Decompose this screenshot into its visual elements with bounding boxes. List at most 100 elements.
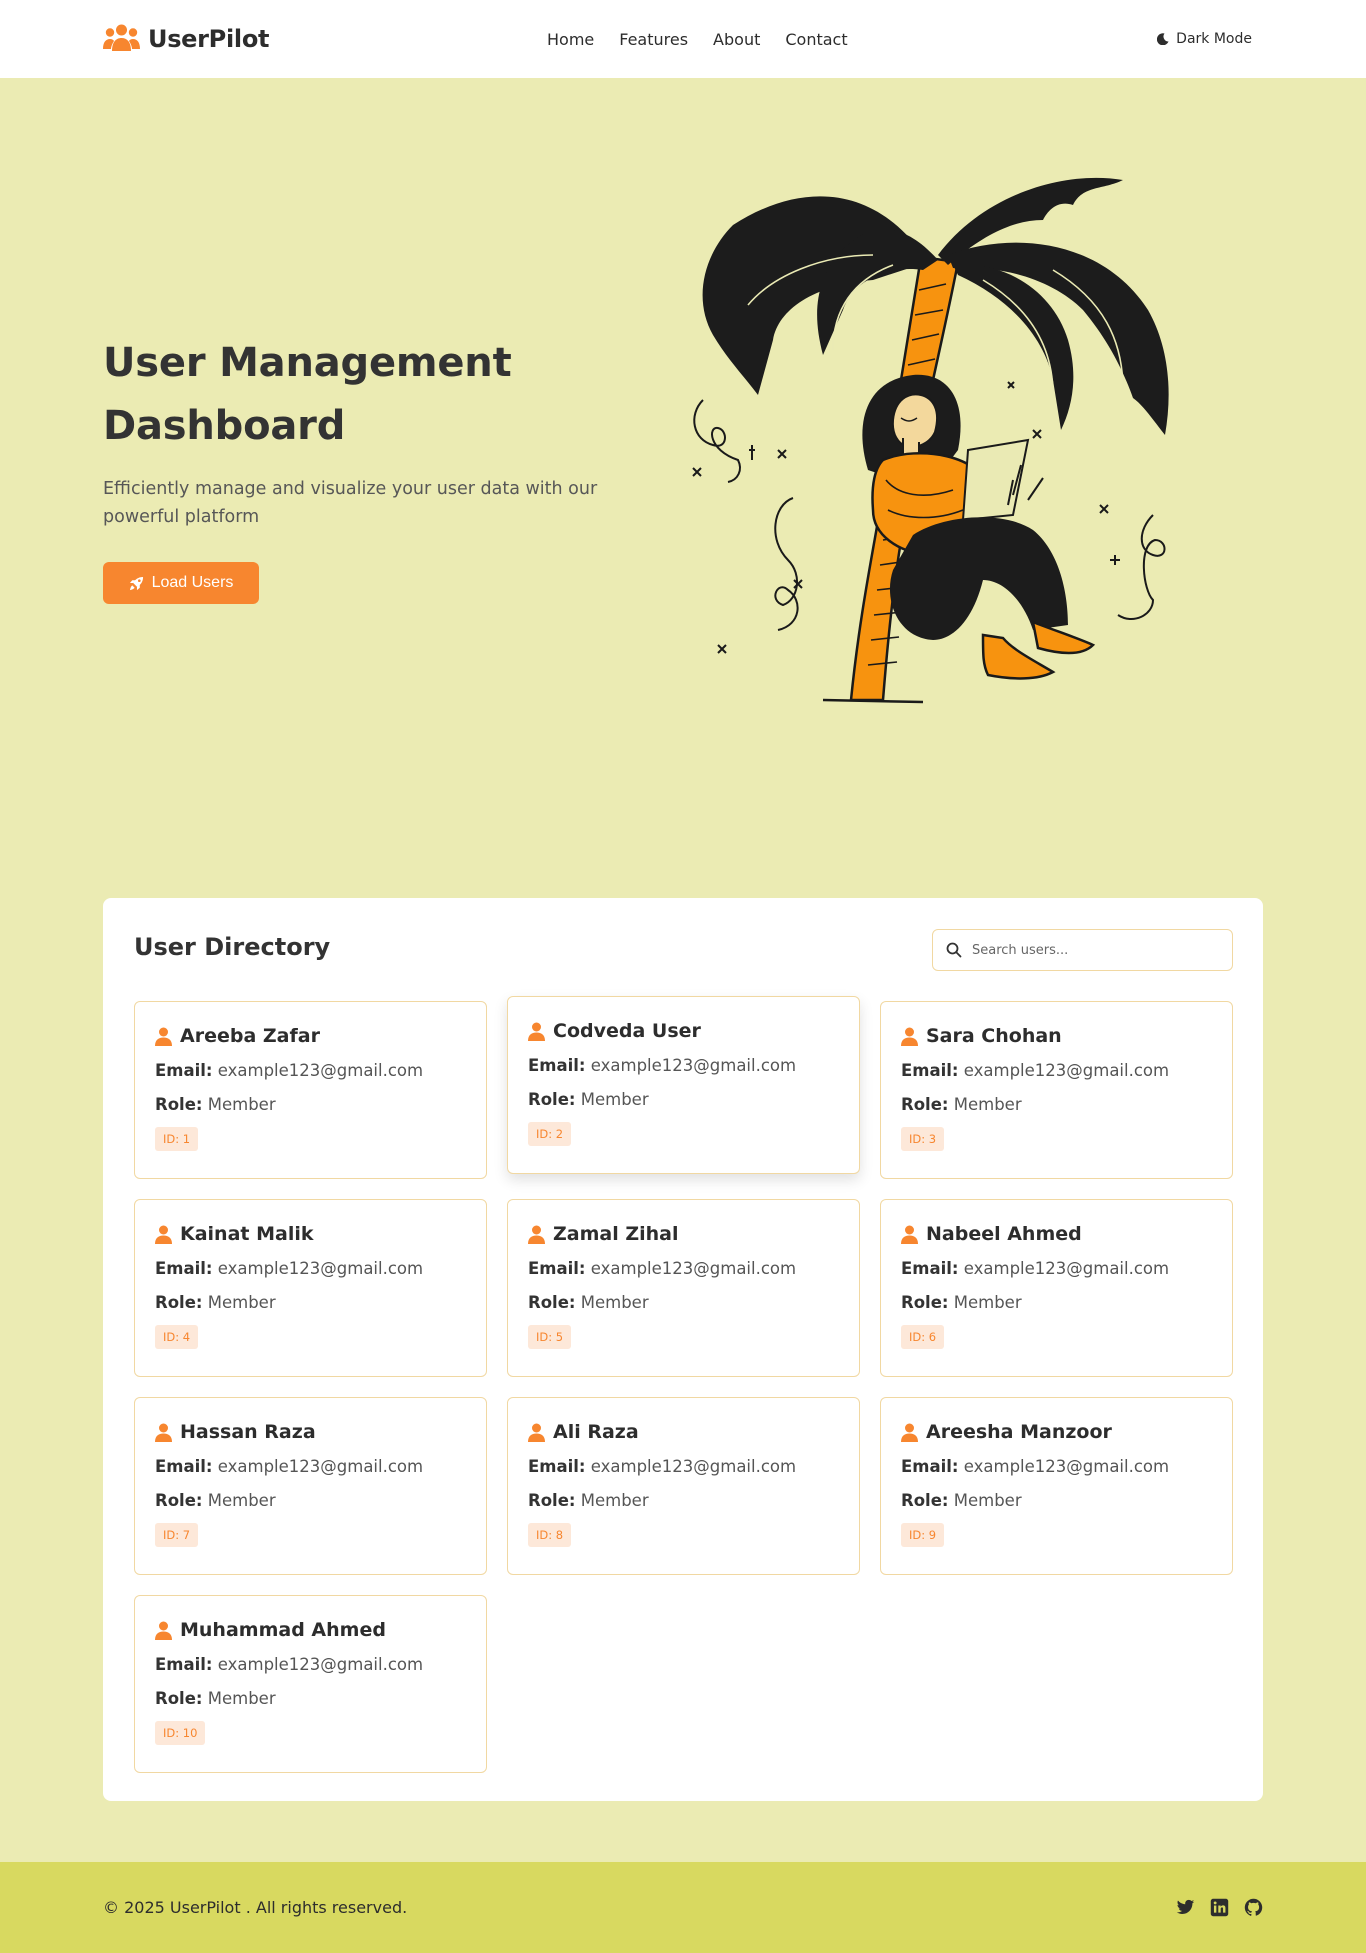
- email-label: Email:: [901, 1259, 959, 1278]
- linkedin-icon[interactable]: [1210, 1898, 1229, 1917]
- social-links: [1176, 1862, 1263, 1953]
- user-role: Member: [580, 1090, 649, 1109]
- user-role: Member: [580, 1491, 649, 1510]
- role-label: Role:: [155, 1491, 203, 1510]
- user-card[interactable]: Sara Chohan Email: example123@gmail.com Ro…: [880, 1001, 1233, 1179]
- user-card[interactable]: Ali Raza Email: example123@gmail.com Role:…: [507, 1397, 860, 1575]
- role-label: Role:: [528, 1090, 576, 1109]
- user-name: Codveda User: [553, 1020, 701, 1042]
- github-icon[interactable]: [1244, 1898, 1263, 1917]
- user-name: Areeba Zafar: [180, 1025, 320, 1047]
- email-label: Email:: [155, 1061, 213, 1080]
- user-card[interactable]: Areeba Zafar Email: example123@gmail.com R…: [134, 1001, 487, 1179]
- user-card-header: Nabeel Ahmed: [901, 1223, 1212, 1245]
- user-id-badge: ID: 1: [155, 1127, 199, 1151]
- user-email: example123@gmail.com: [590, 1457, 797, 1476]
- copyright-text: © 2025 UserPilot . All rights reserved.: [103, 1898, 408, 1917]
- email-label: Email:: [528, 1056, 586, 1075]
- nav-links: Home Features About Contact: [547, 0, 848, 78]
- user-email-row: Email: example123@gmail.com: [528, 1056, 839, 1076]
- role-label: Role:: [901, 1095, 949, 1114]
- palm-tree-illustration: [692, 177, 1169, 704]
- person-icon: [155, 1027, 172, 1046]
- role-label: Role:: [901, 1491, 949, 1510]
- user-email: example123@gmail.com: [590, 1056, 797, 1075]
- user-card[interactable]: Muhammad Ahmed Email: example123@gmail.co…: [134, 1595, 487, 1773]
- search-icon: [946, 942, 962, 958]
- user-role-row: Role: Member: [901, 1095, 1212, 1115]
- user-name: Nabeel Ahmed: [926, 1223, 1082, 1245]
- user-role: Member: [580, 1293, 649, 1312]
- directory-title: User Directory: [134, 933, 331, 961]
- user-name: Zamal Zihal: [553, 1223, 679, 1245]
- email-label: Email:: [155, 1655, 213, 1674]
- user-name: Kainat Malik: [180, 1223, 314, 1245]
- user-card[interactable]: Kainat Malik Email: example123@gmail.com R…: [134, 1199, 487, 1377]
- dark-mode-toggle[interactable]: Dark Mode: [1157, 0, 1252, 78]
- user-card-header: Areeba Zafar: [155, 1025, 466, 1047]
- user-card[interactable]: Nabeel Ahmed Email: example123@gmail.com R…: [880, 1199, 1233, 1377]
- person-icon: [528, 1423, 545, 1442]
- user-card[interactable]: Codveda User Email: example123@gmail.com R…: [507, 996, 860, 1174]
- user-role-row: Role: Member: [901, 1293, 1212, 1313]
- search-input[interactable]: [972, 942, 1212, 958]
- person-icon: [901, 1027, 918, 1046]
- navbar: UserPilot Home Features About Contact Da…: [0, 0, 1366, 78]
- user-card-header: Hassan Raza: [155, 1421, 466, 1443]
- user-id-badge: ID: 6: [901, 1325, 945, 1349]
- user-id-badge: ID: 3: [901, 1127, 945, 1151]
- user-id-badge: ID: 8: [528, 1523, 572, 1547]
- role-label: Role:: [901, 1293, 949, 1312]
- user-role-row: Role: Member: [155, 1491, 466, 1511]
- user-role: Member: [207, 1293, 276, 1312]
- user-directory-panel: User Directory Areeba Zafar Email: exampl…: [103, 898, 1263, 1801]
- user-card-header: Zamal Zihal: [528, 1223, 839, 1245]
- user-role: Member: [953, 1491, 1022, 1510]
- footer: © 2025 UserPilot . All rights reserved.: [0, 1862, 1366, 1953]
- user-role-row: Role: Member: [155, 1293, 466, 1313]
- role-label: Role:: [155, 1689, 203, 1708]
- user-email-row: Email: example123@gmail.com: [901, 1457, 1212, 1477]
- user-card[interactable]: Areesha Manzoor Email: example123@gmail.c…: [880, 1397, 1233, 1575]
- email-label: Email:: [901, 1061, 959, 1080]
- user-role: Member: [207, 1689, 276, 1708]
- person-icon: [155, 1621, 172, 1640]
- person-icon: [901, 1225, 918, 1244]
- search-box[interactable]: [932, 929, 1233, 971]
- user-role-row: Role: Member: [528, 1090, 839, 1110]
- role-label: Role:: [528, 1491, 576, 1510]
- user-name: Ali Raza: [553, 1421, 639, 1443]
- user-role-row: Role: Member: [528, 1293, 839, 1313]
- user-role: Member: [953, 1293, 1022, 1312]
- user-id-badge: ID: 2: [528, 1122, 572, 1146]
- user-email: example123@gmail.com: [217, 1259, 424, 1278]
- brand[interactable]: UserPilot: [103, 23, 270, 55]
- hero-subtitle: Efficiently manage and visualize your us…: [103, 479, 598, 527]
- email-label: Email:: [901, 1457, 959, 1476]
- users-icon: [103, 24, 140, 51]
- user-email-row: Email: example123@gmail.com: [901, 1259, 1212, 1279]
- person-icon: [528, 1225, 545, 1244]
- user-role: Member: [207, 1491, 276, 1510]
- user-card-header: Ali Raza: [528, 1421, 839, 1443]
- user-role-row: Role: Member: [155, 1689, 466, 1709]
- user-email: example123@gmail.com: [963, 1259, 1170, 1278]
- nav-link-home[interactable]: Home: [547, 30, 594, 49]
- user-card[interactable]: Zamal Zihal Email: example123@gmail.com Ro…: [507, 1199, 860, 1377]
- email-label: Email:: [155, 1259, 213, 1278]
- nav-link-features[interactable]: Features: [619, 30, 688, 49]
- user-email-row: Email: example123@gmail.com: [901, 1061, 1212, 1081]
- rocket-icon: [129, 576, 143, 590]
- user-name: Sara Chohan: [926, 1025, 1062, 1047]
- user-card-header: Muhammad Ahmed: [155, 1619, 466, 1641]
- user-id-badge: ID: 5: [528, 1325, 572, 1349]
- dark-mode-label: Dark Mode: [1176, 31, 1252, 47]
- user-id-badge: ID: 4: [155, 1325, 199, 1349]
- user-card[interactable]: Hassan Raza Email: example123@gmail.com Ro…: [134, 1397, 487, 1575]
- role-label: Role:: [155, 1095, 203, 1114]
- nav-link-about[interactable]: About: [713, 30, 760, 49]
- load-users-button[interactable]: Load Users: [103, 562, 259, 604]
- twitter-icon[interactable]: [1176, 1898, 1195, 1917]
- nav-link-contact[interactable]: Contact: [785, 30, 847, 49]
- user-email: example123@gmail.com: [590, 1259, 797, 1278]
